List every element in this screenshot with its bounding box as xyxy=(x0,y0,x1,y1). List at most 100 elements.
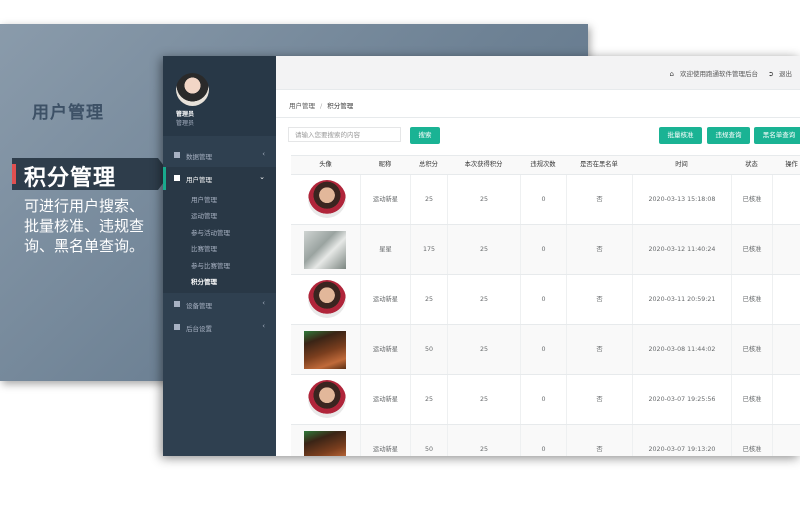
column-header: 操作 xyxy=(785,161,798,168)
profile-role: 管理员 xyxy=(176,120,195,127)
column-header: 违规次数 xyxy=(530,161,556,168)
blacklist-cell: 否 xyxy=(566,275,632,324)
gained-cell: 25 xyxy=(447,375,520,424)
breadcrumb-separator: / xyxy=(320,102,323,110)
nickname-cell: 运动新星 xyxy=(360,275,410,324)
blacklist-query-button[interactable]: 黑名单查询 xyxy=(754,127,800,144)
main-content: 请输入您要搜索的内容 搜索 批量核准 违规查询 黑名单查询 头像 昵称 总积分 本次获… xyxy=(276,118,800,456)
column-header: 状态 xyxy=(745,161,758,168)
sidebar-menu: 数据管理 ‹ 用户管理 ⌄ 用户管理 运动管理 参与活动管理 比赛管理 参与比赛管理 积分管理 设备… xyxy=(163,144,276,339)
user-avatar-image xyxy=(304,231,346,269)
action-cell[interactable] xyxy=(772,275,800,324)
search-button[interactable]: 搜索 xyxy=(410,127,440,144)
action-cell[interactable] xyxy=(772,325,800,374)
column-header: 昵称 xyxy=(378,161,392,168)
total-cell: 175 xyxy=(410,225,447,274)
nickname-cell: 星星 xyxy=(360,225,410,274)
action-cell[interactable] xyxy=(772,225,800,274)
search-input[interactable]: 请输入您要搜索的内容 xyxy=(288,127,401,142)
submenu-item[interactable]: 积分管理 xyxy=(163,274,276,290)
submenu: 用户管理 运动管理 参与活动管理 比赛管理 参与比赛管理 积分管理 xyxy=(163,190,276,294)
sidebar-item-3[interactable]: 后台设置 ‹ xyxy=(163,316,276,339)
admin-avatar[interactable] xyxy=(176,73,209,106)
time-cell: 2020-03-13 15:18:08 xyxy=(632,175,731,224)
time-cell: 2020-03-07 19:13:20 xyxy=(632,425,731,456)
profile-name: 管理员 xyxy=(176,111,195,118)
sidebar-item-1[interactable]: 用户管理 ⌄ xyxy=(163,167,276,190)
breadcrumb: 用户管理 / 积分管理 xyxy=(289,100,353,110)
logout-link[interactable]: 退出 xyxy=(779,70,792,78)
status-cell: 已核准 xyxy=(731,275,772,324)
status-cell: 已核准 xyxy=(731,225,772,274)
submenu-item[interactable]: 用户管理 xyxy=(163,192,276,208)
breadcrumb-current: 积分管理 xyxy=(327,102,354,110)
avatar-cell xyxy=(291,225,360,274)
table-row[interactable]: 运动新星 25 25 0 否 2020-03-11 20:59:21 已核准 xyxy=(291,275,800,325)
table-body: 运动新星 25 25 0 否 2020-03-13 15:18:08 已核准 星星 175 25 0… xyxy=(291,175,800,456)
violations-cell: 0 xyxy=(520,175,566,224)
sidebar: 管理员 管理员 数据管理 ‹ 用户管理 ⌄ 用户管理 运动管理 参与活动管理 比赛管理 参与比赛… xyxy=(163,56,276,456)
action-cell[interactable] xyxy=(772,425,800,456)
nickname-cell: 运动新星 xyxy=(360,325,410,374)
avatar-cell xyxy=(291,375,360,424)
points-table: 头像 昵称 总积分 本次获得积分 违规次数 是否在黑名单 时间 状态 操作 运动新星 25 25 0 否… xyxy=(291,155,800,456)
nickname-cell: 运动新星 xyxy=(360,375,410,424)
gained-cell: 25 xyxy=(447,175,520,224)
submenu-item[interactable]: 参与活动管理 xyxy=(163,225,276,241)
grid-icon xyxy=(174,152,180,158)
chevron-left-icon: ‹ xyxy=(262,299,265,308)
violations-cell: 0 xyxy=(520,225,566,274)
sidebar-item-0[interactable]: 数据管理 ‹ xyxy=(163,144,276,167)
table-row[interactable]: 运动新星 25 25 0 否 2020-03-13 15:18:08 已核准 xyxy=(291,175,800,225)
blacklist-cell: 否 xyxy=(566,225,632,274)
table-row[interactable]: 运动新星 50 25 0 否 2020-03-07 19:13:20 已核准 xyxy=(291,425,800,456)
user-avatar-image xyxy=(308,280,346,318)
sidebar-item-label: 数据管理 xyxy=(186,153,212,161)
time-cell: 2020-03-07 19:25:56 xyxy=(632,375,731,424)
top-navbar: ⌂ 欢迎使用跑通软件管理后台 ➲ 退出 xyxy=(276,56,800,90)
blacklist-cell: 否 xyxy=(566,325,632,374)
submenu-item[interactable]: 比赛管理 xyxy=(163,241,276,257)
table-row[interactable]: 运动新星 50 25 0 否 2020-03-08 11:44:02 已核准 xyxy=(291,325,800,375)
user-avatar-image xyxy=(304,331,346,369)
background-title: 用户管理 xyxy=(32,103,104,123)
time-cell: 2020-03-08 11:44:02 xyxy=(632,325,731,374)
total-cell: 50 xyxy=(410,325,447,374)
submenu-item[interactable]: 运动管理 xyxy=(163,208,276,224)
nickname-cell: 运动新星 xyxy=(360,425,410,456)
logout-icon[interactable]: ➲ xyxy=(768,70,774,78)
total-cell: 25 xyxy=(410,375,447,424)
sidebar-item-2[interactable]: 设备管理 ‹ xyxy=(163,293,276,316)
column-header: 头像 xyxy=(319,161,332,168)
feature-description: 可进行用户搜索、批量核准、违规查询、黑名单查询。 xyxy=(24,197,145,255)
breadcrumb-bar: 用户管理 / 积分管理 xyxy=(276,90,800,118)
breadcrumb-parent[interactable]: 用户管理 xyxy=(289,102,315,110)
grid-icon xyxy=(174,324,180,331)
chevron-left-icon: ‹ xyxy=(262,322,265,331)
status-cell: 已核准 xyxy=(731,425,772,456)
action-cell[interactable] xyxy=(772,375,800,424)
document-icon xyxy=(174,175,180,181)
sidebar-item-label: 用户管理 xyxy=(186,176,212,184)
time-cell: 2020-03-11 20:59:21 xyxy=(632,275,731,324)
feature-tag: 积分管理 xyxy=(12,158,170,191)
submenu-item[interactable]: 参与比赛管理 xyxy=(163,258,276,274)
table-row[interactable]: 运动新星 25 25 0 否 2020-03-07 19:25:56 已核准 xyxy=(291,375,800,425)
column-header: 时间 xyxy=(675,161,688,168)
gained-cell: 25 xyxy=(447,425,520,456)
total-cell: 25 xyxy=(410,275,447,324)
gained-cell: 25 xyxy=(447,275,520,324)
nickname-cell: 运动新星 xyxy=(360,175,410,224)
home-icon: ⌂ xyxy=(669,70,674,78)
column-header: 是否在黑名单 xyxy=(580,161,618,168)
user-avatar-image xyxy=(308,380,346,418)
batch-approve-button[interactable]: 批量核准 xyxy=(659,127,702,144)
chevron-down-icon: ⌄ xyxy=(259,173,265,181)
action-cell[interactable] xyxy=(772,175,800,224)
total-cell: 25 xyxy=(410,175,447,224)
table-row[interactable]: 星星 175 25 0 否 2020-03-12 11:40:24 已核准 xyxy=(291,225,800,275)
violation-query-button[interactable]: 违规查询 xyxy=(707,127,750,144)
grid-icon xyxy=(174,301,180,308)
avatar-cell xyxy=(291,275,360,324)
user-avatar-image xyxy=(304,431,346,456)
